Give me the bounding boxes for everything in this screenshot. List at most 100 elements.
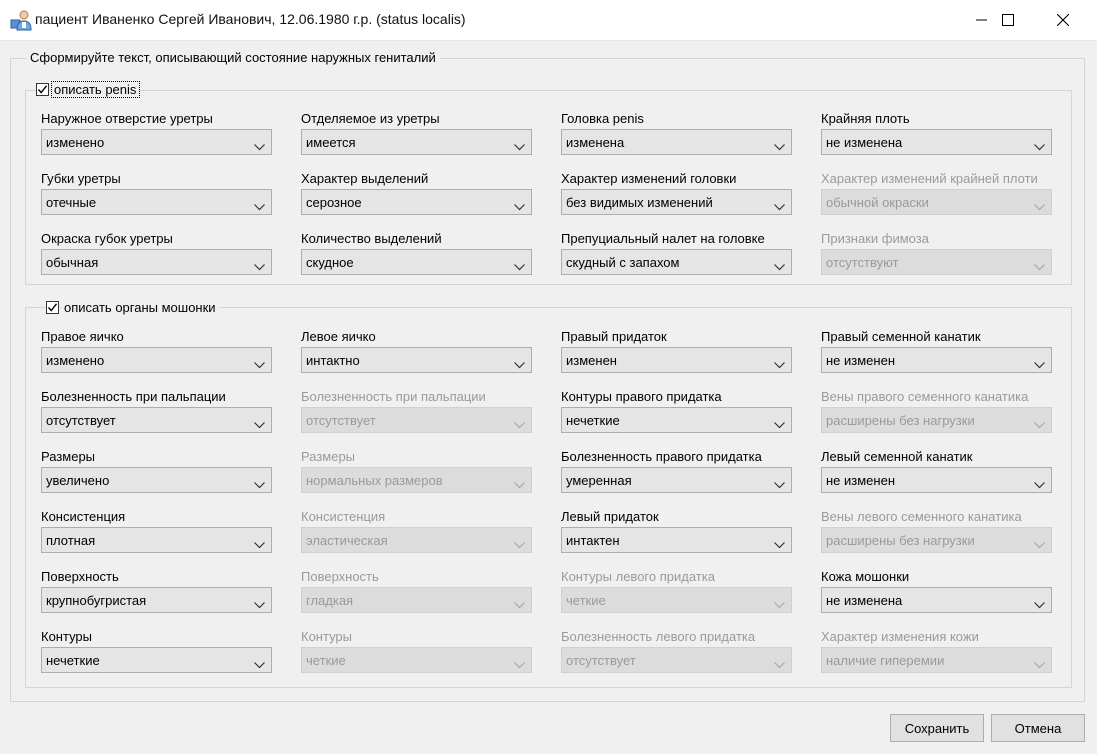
- field-label: Головка penis: [561, 111, 644, 126]
- chevron-down-icon: [1034, 357, 1045, 372]
- combobox-value: отечные: [46, 195, 97, 210]
- chevron-down-icon: [254, 357, 265, 372]
- scrotum-checkbox-label[interactable]: описать органы мошонки: [62, 300, 219, 315]
- combobox[interactable]: интактен: [561, 527, 792, 553]
- checkmark-icon: [47, 303, 58, 312]
- combobox[interactable]: скудное: [301, 249, 532, 275]
- chevron-down-icon: [254, 597, 265, 612]
- combobox-value: не изменен: [826, 353, 895, 368]
- combobox-value: расширены без нагрузки: [826, 533, 975, 548]
- combobox-value: отсутствует: [566, 653, 636, 668]
- combobox-value: отсутствуют: [826, 255, 899, 270]
- combobox: отсутствует: [561, 647, 792, 673]
- chevron-down-icon: [774, 139, 785, 154]
- combobox-value: отсутствует: [306, 413, 376, 428]
- combobox[interactable]: изменено: [41, 129, 272, 155]
- combobox[interactable]: нечеткие: [41, 647, 272, 673]
- field-label: Контуры правого придатка: [561, 389, 722, 404]
- combobox[interactable]: имеется: [301, 129, 532, 155]
- combobox[interactable]: плотная: [41, 527, 272, 553]
- combobox-value: отсутствует: [46, 413, 116, 428]
- combobox[interactable]: скудный с запахом: [561, 249, 792, 275]
- scrotum-checkbox[interactable]: [46, 301, 59, 314]
- combobox-value: обычной окраски: [826, 195, 929, 210]
- combobox[interactable]: крупнобугристая: [41, 587, 272, 613]
- chevron-down-icon: [514, 477, 525, 492]
- field-label: Окраска губок уретры: [41, 231, 173, 246]
- penis-checkbox[interactable]: [36, 83, 49, 96]
- title-bar[interactable]: пациент Иваненко Сергей Иванович, 12.06.…: [0, 0, 1097, 41]
- combobox[interactable]: изменена: [561, 129, 792, 155]
- close-icon: [1057, 14, 1069, 26]
- field-label: Правое яичко: [41, 329, 124, 344]
- combobox-value: не изменена: [826, 593, 903, 608]
- combobox[interactable]: не изменен: [821, 467, 1052, 493]
- field-label: Размеры: [41, 449, 96, 464]
- chevron-down-icon: [514, 357, 525, 372]
- combobox[interactable]: обычная: [41, 249, 272, 275]
- combobox[interactable]: интактно: [301, 347, 532, 373]
- combobox[interactable]: не изменен: [821, 347, 1052, 373]
- combobox[interactable]: серозное: [301, 189, 532, 215]
- combobox: четкие: [301, 647, 532, 673]
- combobox[interactable]: отсутствует: [41, 407, 272, 433]
- combobox-value: расширены без нагрузки: [826, 413, 975, 428]
- maximize-button[interactable]: [985, 0, 1031, 40]
- penis-checkbox-label[interactable]: описать penis: [50, 81, 141, 98]
- save-button[interactable]: Сохранить: [890, 714, 984, 742]
- combobox-value: увеличено: [46, 473, 110, 488]
- chevron-down-icon: [514, 597, 525, 612]
- combobox[interactable]: изменен: [561, 347, 792, 373]
- chevron-down-icon: [1034, 537, 1045, 552]
- close-button[interactable]: [1040, 0, 1086, 40]
- chevron-down-icon: [514, 139, 525, 154]
- combobox: расширены без нагрузки: [821, 527, 1052, 553]
- cancel-button[interactable]: Отмена: [991, 714, 1085, 742]
- chevron-down-icon: [514, 537, 525, 552]
- combobox-value: не изменена: [826, 135, 903, 150]
- combobox-value: нечеткие: [46, 653, 100, 668]
- combobox[interactable]: не изменена: [821, 587, 1052, 613]
- combobox-value: четкие: [306, 653, 346, 668]
- maximize-icon: [1002, 14, 1014, 26]
- field-label: Характер изменений головки: [561, 171, 737, 186]
- chevron-down-icon: [254, 199, 265, 214]
- chevron-down-icon: [1034, 199, 1045, 214]
- chevron-down-icon: [254, 417, 265, 432]
- field-label: Левый семенной канатик: [821, 449, 973, 464]
- field-label: Поверхность: [301, 569, 379, 584]
- field-label: Вены правого семенного канатика: [821, 389, 1029, 404]
- field-label: Контуры: [301, 629, 353, 644]
- combobox-value: умеренная: [566, 473, 632, 488]
- combobox[interactable]: увеличено: [41, 467, 272, 493]
- combobox-value: изменен: [566, 353, 617, 368]
- combobox-value: нечеткие: [566, 413, 620, 428]
- combobox[interactable]: нечеткие: [561, 407, 792, 433]
- field-label: Правый семенной канатик: [821, 329, 981, 344]
- field-label: Количество выделений: [301, 231, 442, 246]
- combobox-value: обычная: [46, 255, 99, 270]
- combobox-value: скудный с запахом: [566, 255, 680, 270]
- combobox-value: не изменен: [826, 473, 895, 488]
- form-caption: Сформируйте текст, описывающий состояние…: [26, 50, 440, 65]
- chevron-down-icon: [514, 417, 525, 432]
- combobox[interactable]: умеренная: [561, 467, 792, 493]
- combobox-value: крупнобугристая: [46, 593, 147, 608]
- chevron-down-icon: [774, 417, 785, 432]
- combobox-value: интактно: [306, 353, 360, 368]
- field-label: Болезненность при пальпации: [301, 389, 486, 404]
- combobox[interactable]: не изменена: [821, 129, 1052, 155]
- chevron-down-icon: [774, 597, 785, 612]
- field-label: Правый придаток: [561, 329, 667, 344]
- combobox: обычной окраски: [821, 189, 1052, 215]
- field-label: Консистенция: [301, 509, 386, 524]
- chevron-down-icon: [774, 357, 785, 372]
- combobox-value: изменена: [566, 135, 625, 150]
- chevron-down-icon: [254, 259, 265, 274]
- combobox-value: серозное: [306, 195, 362, 210]
- combobox[interactable]: изменено: [41, 347, 272, 373]
- chevron-down-icon: [1034, 139, 1045, 154]
- combobox[interactable]: отечные: [41, 189, 272, 215]
- combobox-value: без видимых изменений: [566, 195, 713, 210]
- combobox[interactable]: без видимых изменений: [561, 189, 792, 215]
